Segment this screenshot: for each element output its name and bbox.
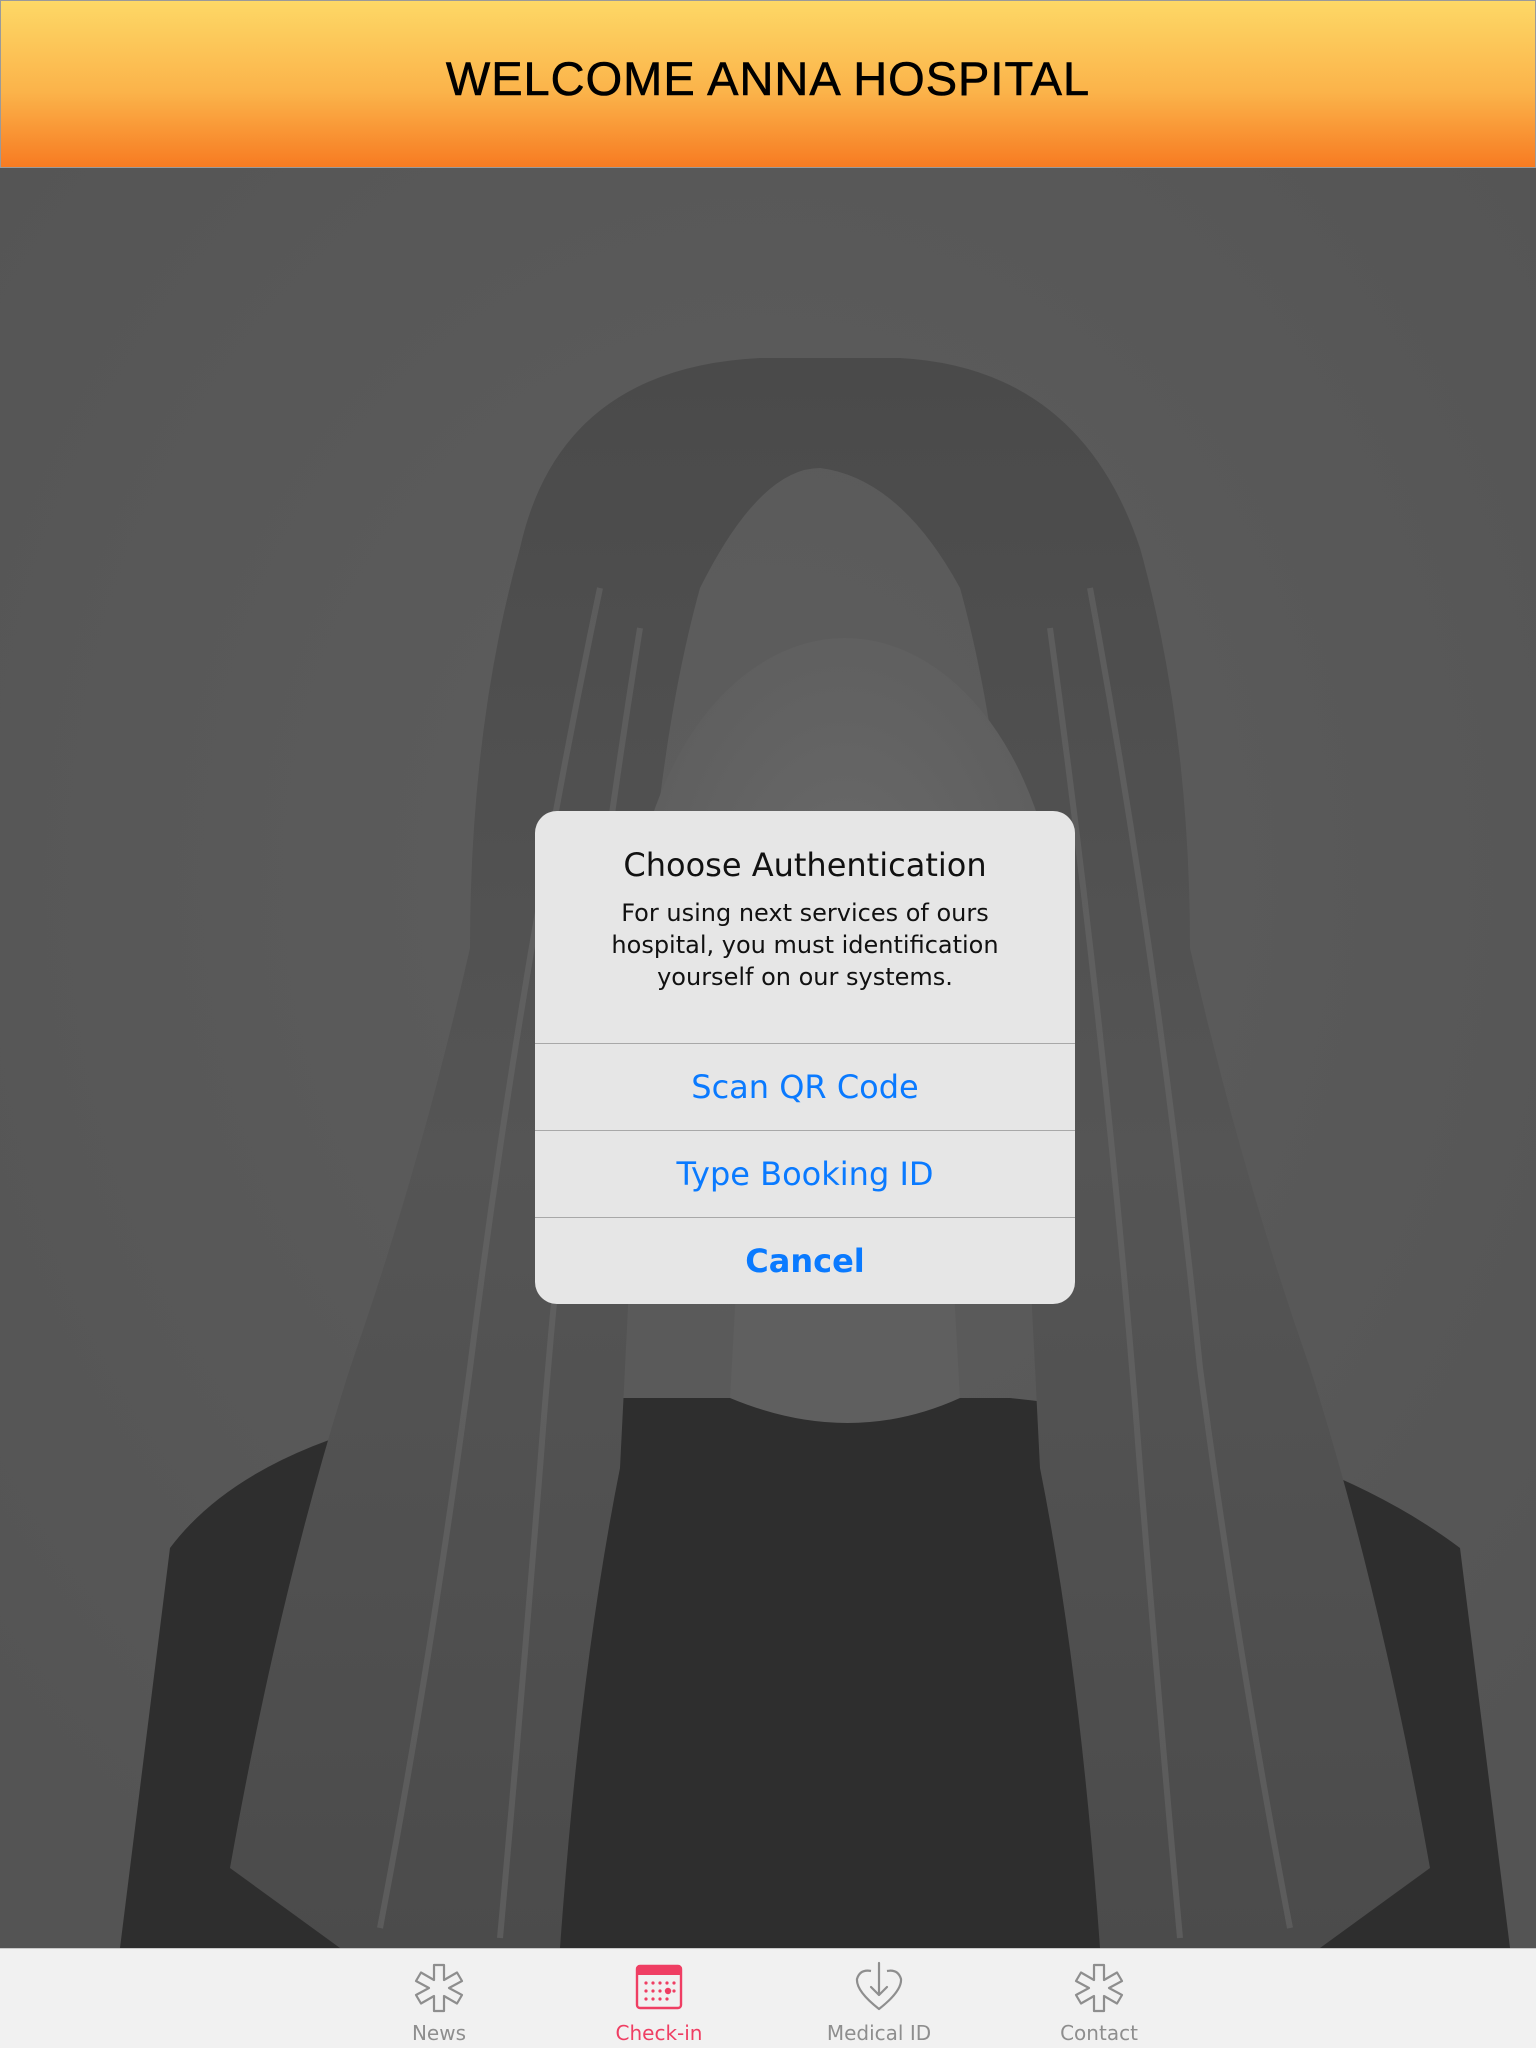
tab-medical-id-label: Medical ID	[826, 2021, 932, 2045]
page-title: WELCOME ANNA HOSPITAL	[445, 51, 1091, 105]
alert-title: Choose Authentication	[623, 846, 987, 884]
tab-medical-id[interactable]: Medical ID	[799, 1949, 959, 2048]
tab-contact[interactable]: Contact	[1019, 1949, 1179, 2048]
scan-qr-code-button[interactable]: Scan QR Code	[535, 1043, 1075, 1130]
authentication-alert: Choose Authentication For using next ser…	[535, 811, 1075, 1304]
alert-header: Choose Authentication For using next ser…	[535, 811, 1075, 1043]
tab-bar: News Check-in Medical ID Contact	[0, 1948, 1536, 2048]
tab-check-in[interactable]: Check-in	[579, 1949, 739, 2048]
type-booking-id-button[interactable]: Type Booking ID	[535, 1130, 1075, 1217]
tab-check-in-label: Check-in	[615, 2021, 703, 2045]
heart-download-icon	[855, 1961, 903, 2011]
asterisk-icon	[414, 1963, 464, 2013]
tab-news-label: News	[411, 2021, 467, 2045]
calendar-icon	[635, 1964, 683, 2010]
alert-message: For using next services of ours hospital…	[611, 899, 999, 991]
tab-contact-label: Contact	[1060, 2021, 1138, 2045]
app-screen: WELCOME ANNA HOSPITAL Choose Authenticat…	[0, 0, 1536, 2048]
tab-news[interactable]: News	[359, 1949, 519, 2048]
header-bar: WELCOME ANNA HOSPITAL	[0, 0, 1536, 168]
cancel-button[interactable]: Cancel	[535, 1217, 1075, 1304]
asterisk-icon	[1074, 1963, 1124, 2013]
